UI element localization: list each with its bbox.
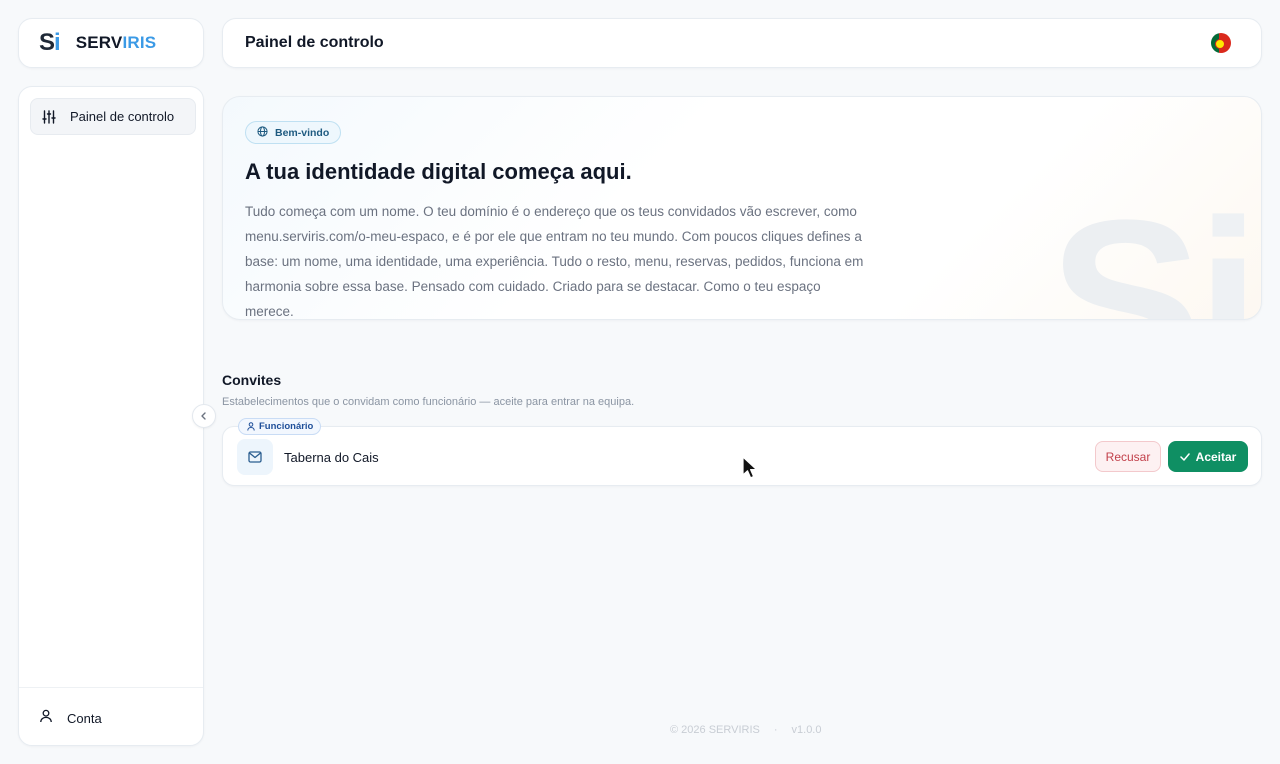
account-label: Conta <box>67 710 102 726</box>
top-header: Painel de controlo <box>222 18 1262 68</box>
version: v1.0.0 <box>791 724 822 736</box>
role-badge: Funcionário <box>238 418 322 436</box>
watermark-logo: Si <box>1049 172 1260 320</box>
reject-button[interactable]: Recusar <box>1095 441 1161 472</box>
mouse-cursor-icon <box>742 456 758 479</box>
invites-title: Convites <box>222 372 282 388</box>
welcome-badge: Bem-vindo <box>245 121 342 144</box>
sidebar-item-dashboard[interactable]: Painel de controlo <box>30 98 196 135</box>
logo-card[interactable]: Si SERVIRIS <box>18 18 204 68</box>
accept-button[interactable]: Aceitar <box>1168 441 1248 472</box>
footer: © 2026 SERVIRIS · v1.0.0 <box>670 724 821 736</box>
collapse-sidebar-button[interactable] <box>192 404 216 428</box>
hero-title: A tua identidade digital começa aqui. <box>245 159 632 184</box>
logo-mark: Si <box>39 29 61 57</box>
invites-subtitle: Estabelecimentos que o convidam como fun… <box>222 396 635 408</box>
logo-mark-s: S <box>39 29 55 56</box>
establishment-name: Taberna do Cais <box>284 450 379 465</box>
sliders-icon <box>41 109 57 125</box>
brand-name: SERVIRIS <box>76 33 157 53</box>
watermark-i: i <box>1196 172 1260 320</box>
sidebar: Painel de controlo Conta <box>18 86 204 746</box>
logo-mark-i: i <box>54 29 61 56</box>
chevron-left-icon <box>201 412 206 420</box>
sidebar-item-account[interactable]: Conta <box>39 707 102 729</box>
sidebar-item-label: Painel de controlo <box>70 109 175 124</box>
check-icon <box>1179 450 1190 464</box>
footer-separator: · <box>773 724 778 736</box>
copyright: © 2026 SERVIRIS <box>670 724 760 736</box>
welcome-badge-label: Bem-vindo <box>275 126 330 139</box>
hero-description: Tudo começa com um nome. O teu domínio é… <box>245 204 864 319</box>
brand-name-part1: SERV <box>75 33 123 52</box>
page-title: Painel de controlo <box>245 34 384 51</box>
brand-name-part2: IRIS <box>122 33 157 52</box>
welcome-hero: Si Bem-vindo A tua identidade digital co… <box>222 96 1262 320</box>
user-icon <box>39 709 53 728</box>
sidebar-divider <box>19 687 203 688</box>
role-label: Funcionário <box>259 421 314 432</box>
globe-icon <box>257 124 268 142</box>
user-icon <box>247 418 255 436</box>
watermark-s: S <box>1049 172 1202 320</box>
portugal-flag-icon[interactable] <box>1211 33 1231 53</box>
accept-label: Aceitar <box>1195 449 1237 464</box>
mail-icon <box>237 439 273 475</box>
